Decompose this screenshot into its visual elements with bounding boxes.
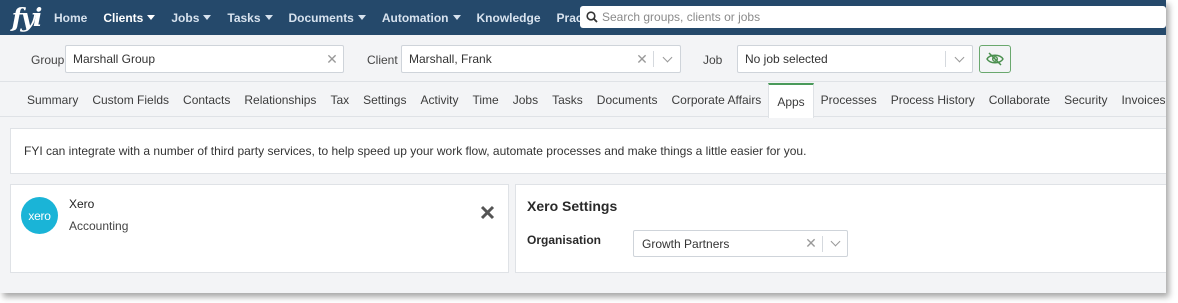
nav-item-documents[interactable]: Documents (281, 0, 374, 35)
app-card-xero[interactable]: xero Xero Accounting (10, 184, 509, 273)
tab-relationships[interactable]: Relationships (237, 83, 323, 117)
organisation-label: Organisation (527, 233, 602, 247)
nav-item-label: Jobs (171, 10, 200, 25)
tab-contacts[interactable]: Contacts (176, 83, 237, 117)
job-label: Job (703, 53, 723, 67)
organisation-clear-icon[interactable]: ✕ (800, 235, 822, 252)
job-select[interactable]: No job selected (737, 45, 973, 73)
nav-item-label: Tasks (227, 10, 261, 25)
app-category: Accounting (69, 219, 129, 233)
tab-settings[interactable]: Settings (356, 83, 413, 117)
tab-apps[interactable]: Apps (768, 83, 814, 118)
nav-item-automation[interactable]: Automation (374, 0, 469, 35)
group-clear-icon[interactable]: ✕ (321, 51, 343, 68)
tab-security[interactable]: Security (1057, 83, 1114, 117)
nav-item-home[interactable]: Home (46, 0, 95, 35)
selector-bar: Group Marshall Group ✕ Client Marshall, … (0, 35, 1166, 82)
job-value: No job selected (745, 52, 828, 66)
info-banner: FYI can integrate with a number of third… (10, 128, 1166, 174)
client-tabs: Summary Custom Fields Contacts Relationship… (0, 83, 1166, 118)
client-clear-icon[interactable]: ✕ (631, 51, 653, 68)
nav-menu: Home Clients Jobs Tasks Documents Automation K… (46, 0, 611, 35)
settings-title: Xero Settings (527, 198, 618, 214)
app-window: fyi Home Clients Jobs Tasks Documents Automat… (0, 0, 1166, 293)
tab-jobs[interactable]: Jobs (506, 83, 545, 117)
tab-tasks[interactable]: Tasks (545, 83, 590, 117)
organisation-dropdown-icon[interactable] (823, 236, 847, 247)
nav-item-label: Knowledge (476, 10, 541, 25)
nav-item-clients[interactable]: Clients (95, 0, 163, 35)
nav-item-label: Automation (381, 10, 449, 25)
tab-processes[interactable]: Processes (814, 83, 884, 117)
caret-down-icon (452, 15, 461, 20)
top-nav: fyi Home Clients Jobs Tasks Documents Automat… (0, 0, 1166, 35)
tab-tax[interactable]: Tax (323, 83, 356, 117)
close-icon (480, 205, 494, 219)
tab-invoices[interactable]: Invoices (1114, 83, 1166, 117)
caret-down-icon (264, 15, 273, 20)
caret-down-icon (203, 15, 212, 20)
tab-time[interactable]: Time (466, 83, 506, 117)
nav-item-label: Home (54, 10, 88, 25)
client-dropdown-icon[interactable] (654, 52, 680, 62)
xero-settings-panel: Xero Settings Organisation Growth Partne… (515, 184, 1166, 273)
nav-item-label: Clients (103, 10, 144, 25)
tab-process-history[interactable]: Process History (884, 83, 982, 117)
client-value: Marshall, Frank (409, 52, 492, 66)
search-icon (586, 11, 598, 23)
group-label: Group (31, 53, 65, 67)
remove-app-button[interactable] (477, 202, 497, 222)
eye-slash-icon (986, 52, 1004, 66)
client-label: Client (367, 53, 398, 67)
fyi-logo[interactable]: fyi (0, 0, 46, 35)
tab-documents[interactable]: Documents (590, 83, 665, 117)
tab-activity[interactable]: Activity (413, 83, 465, 117)
nav-item-label: Documents (288, 10, 354, 25)
group-value: Marshall Group (73, 52, 156, 66)
app-name: Xero (69, 197, 95, 211)
group-select[interactable]: Marshall Group ✕ (65, 45, 344, 73)
organisation-select[interactable]: Growth Partners ✕ (633, 230, 848, 257)
caret-down-icon (147, 15, 156, 20)
search-box[interactable] (580, 6, 1166, 28)
nav-item-tasks[interactable]: Tasks (219, 0, 280, 35)
xero-logo: xero (21, 197, 58, 234)
organisation-value: Growth Partners (642, 236, 730, 251)
banner-text: FYI can integrate with a number of third… (24, 144, 807, 158)
job-dropdown-icon[interactable] (946, 52, 972, 62)
client-select[interactable]: Marshall, Frank ✕ (401, 45, 681, 73)
caret-down-icon (357, 15, 366, 20)
nav-item-jobs[interactable]: Jobs (163, 0, 219, 35)
hide-toggle-button[interactable] (979, 45, 1011, 73)
tab-corporate-affairs[interactable]: Corporate Affairs (664, 83, 768, 117)
tab-custom-fields[interactable]: Custom Fields (85, 83, 176, 117)
tab-summary[interactable]: Summary (20, 83, 85, 117)
tab-collaborate[interactable]: Collaborate (982, 83, 1057, 117)
nav-item-knowledge[interactable]: Knowledge (469, 0, 549, 35)
search-input[interactable] (602, 10, 1122, 24)
